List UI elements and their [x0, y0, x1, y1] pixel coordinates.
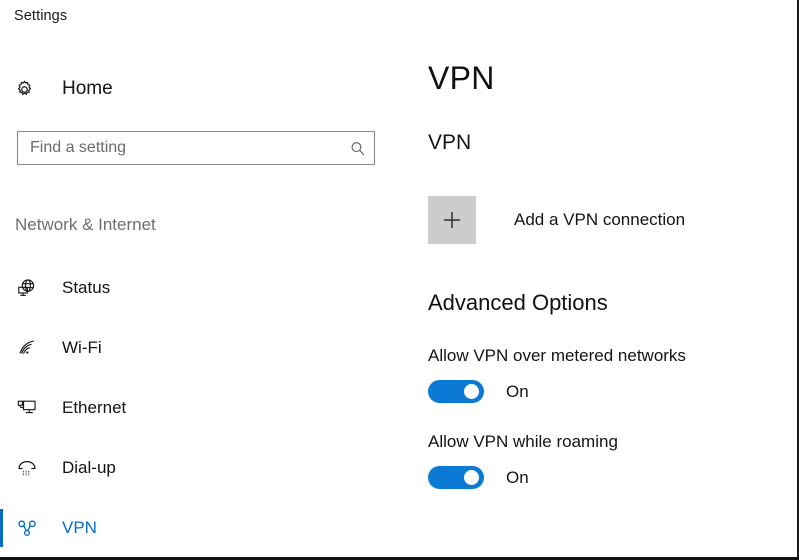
- gear-icon: [14, 79, 44, 100]
- sidebar-item-home-label: Home: [62, 78, 113, 99]
- toggle-allow-vpn-roaming-state: On: [506, 467, 529, 487]
- sidebar-item-home[interactable]: Home: [14, 72, 113, 106]
- sidebar-nav-list: Status Wi-Fi Ethernet Dial-up VPN: [0, 258, 400, 558]
- plus-icon[interactable]: [428, 196, 476, 244]
- sidebar-item-dialup-label: Dial-up: [62, 458, 116, 477]
- search-box[interactable]: [17, 131, 375, 165]
- sidebar-item-dialup[interactable]: Dial-up: [0, 438, 400, 498]
- advanced-options-heading: Advanced Options: [428, 290, 608, 315]
- toggle-knob: [464, 384, 479, 399]
- setting-allow-vpn-roaming-label: Allow VPN while roaming: [428, 432, 618, 451]
- vpn-network-icon: [14, 517, 40, 539]
- sidebar-item-ethernet-label: Ethernet: [62, 398, 127, 417]
- dialup-phone-icon: [14, 457, 40, 479]
- sidebar-item-vpn[interactable]: VPN: [0, 498, 400, 558]
- sidebar-item-vpn-label: VPN: [62, 518, 97, 537]
- sidebar-item-wifi-label: Wi-Fi: [62, 338, 102, 357]
- setting-allow-vpn-metered-label: Allow VPN over metered networks: [428, 346, 686, 365]
- toggle-row-metered: On: [428, 380, 686, 403]
- content-pane: VPN VPN Add a VPN connection Advanced Op…: [400, 0, 797, 560]
- vpn-section-heading: VPN: [428, 131, 472, 154]
- toggle-allow-vpn-metered-state: On: [506, 381, 529, 401]
- window-title: Settings: [14, 8, 68, 24]
- setting-allow-vpn-roaming: Allow VPN while roaming On: [428, 432, 618, 489]
- sidebar-item-wifi[interactable]: Wi-Fi: [0, 318, 400, 378]
- sidebar-item-status-label: Status: [62, 278, 111, 297]
- toggle-allow-vpn-metered[interactable]: [428, 380, 484, 403]
- sidebar-category-header: Network & Internet: [15, 215, 156, 234]
- add-vpn-connection-label: Add a VPN connection: [514, 210, 686, 229]
- search-icon[interactable]: [340, 132, 374, 164]
- toggle-knob: [464, 470, 479, 485]
- sidebar: Home Network & Internet: [0, 40, 400, 560]
- wifi-icon: [14, 337, 40, 359]
- setting-allow-vpn-metered: Allow VPN over metered networks On: [428, 346, 686, 403]
- toggle-row-roaming: On: [428, 466, 618, 489]
- page-title: VPN: [428, 60, 495, 96]
- add-vpn-connection-button[interactable]: Add a VPN connection: [428, 196, 685, 244]
- toggle-allow-vpn-roaming[interactable]: [428, 466, 484, 489]
- ethernet-icon: [14, 397, 40, 419]
- globe-status-icon: [14, 277, 40, 299]
- sidebar-item-ethernet[interactable]: Ethernet: [0, 378, 400, 438]
- search-input[interactable]: [18, 132, 340, 164]
- sidebar-item-status[interactable]: Status: [0, 258, 400, 318]
